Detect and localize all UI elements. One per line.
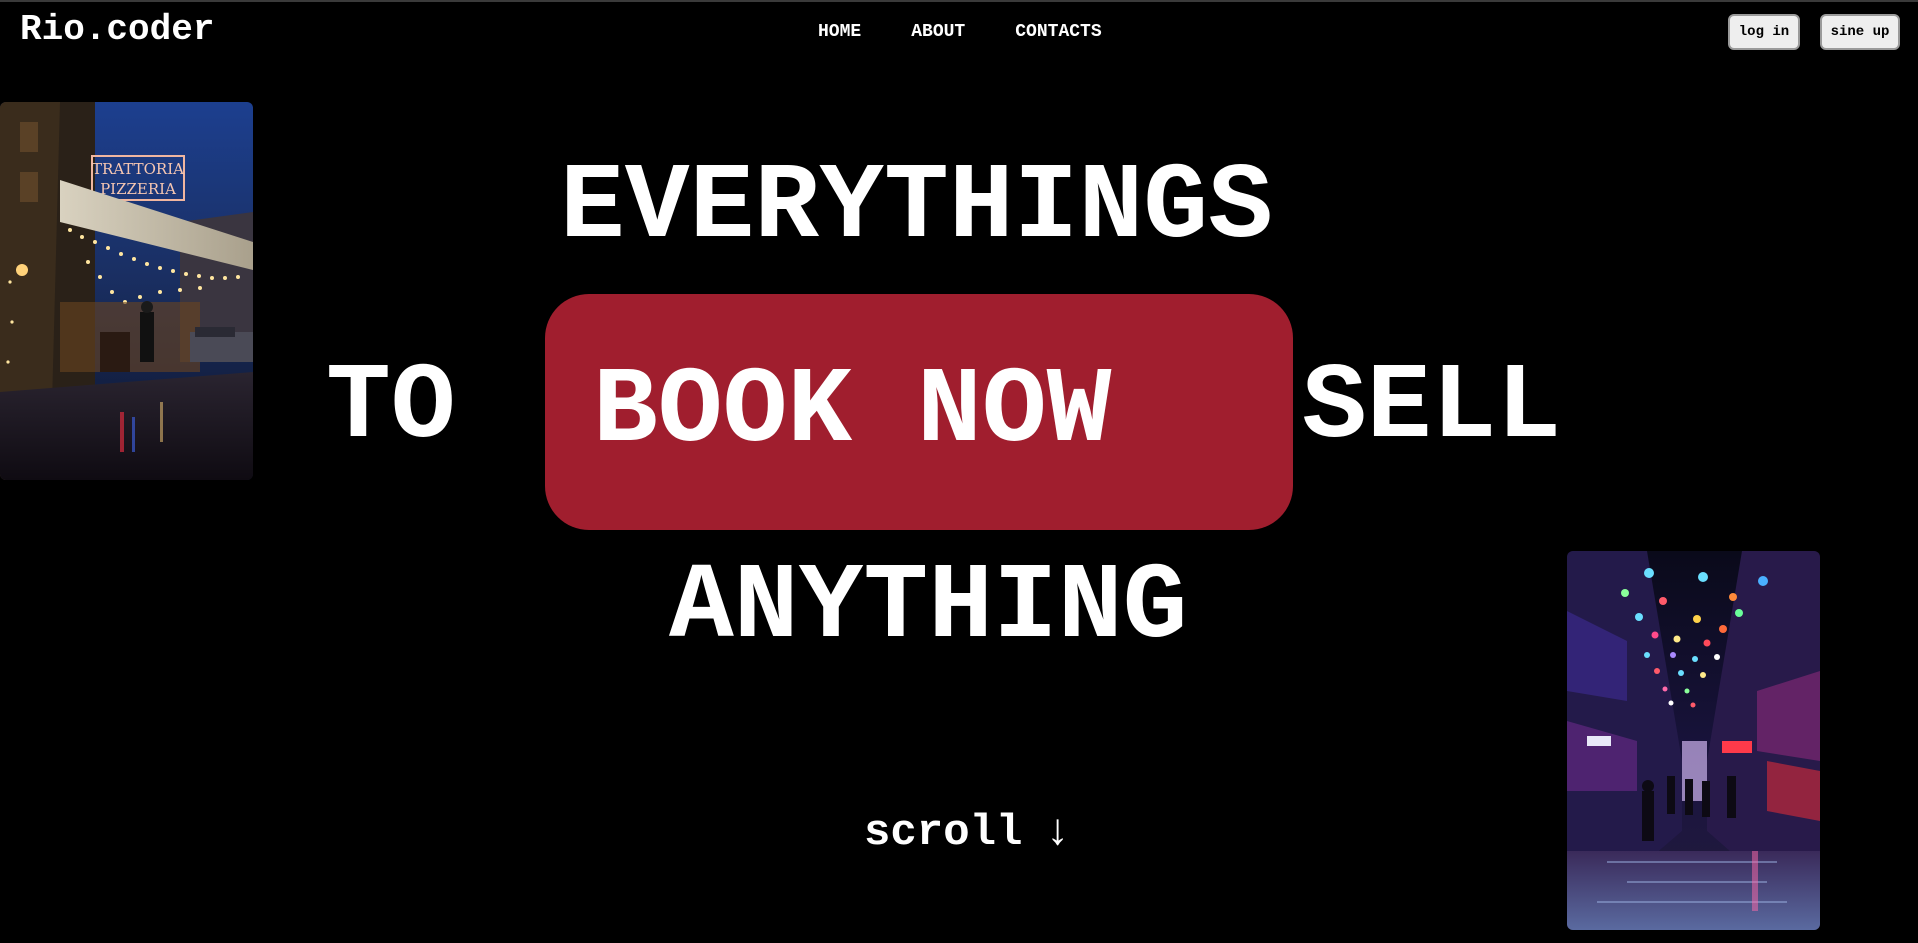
- nav-about[interactable]: ABOUT: [911, 20, 965, 44]
- signup-button[interactable]: sine up: [1820, 14, 1900, 50]
- nav-contacts[interactable]: CONTACTS: [1015, 20, 1101, 44]
- svg-text:TRATTORIA: TRATTORIA: [92, 160, 184, 178]
- site-logo[interactable]: Rio.coder: [20, 8, 214, 52]
- hero-line-anything: ANYTHING: [669, 547, 1188, 669]
- hero-word-to: TO: [326, 347, 456, 469]
- scroll-label: scroll: [864, 808, 1023, 858]
- main-nav: HOME ABOUT CONTACTS: [818, 20, 1102, 44]
- nav-home[interactable]: HOME: [818, 20, 861, 44]
- hero-word-sell: SELL: [1302, 347, 1562, 469]
- scroll-indicator[interactable]: scroll ↓: [864, 808, 1071, 858]
- top-border: [0, 0, 1918, 2]
- neon-lightbulb-alley-photo: [1567, 551, 1820, 930]
- svg-text:PIZZERIA: PIZZERIA: [100, 180, 176, 198]
- hero-line-everythings: EVERYTHINGS: [560, 147, 1273, 269]
- trattoria-pizzeria-street-photo: TRATTORIA PIZZERIA: [0, 102, 253, 480]
- book-now-button[interactable]: BOOK NOW: [545, 294, 1293, 530]
- arrow-down-icon: ↓: [1044, 808, 1071, 858]
- login-button[interactable]: log in: [1728, 14, 1800, 50]
